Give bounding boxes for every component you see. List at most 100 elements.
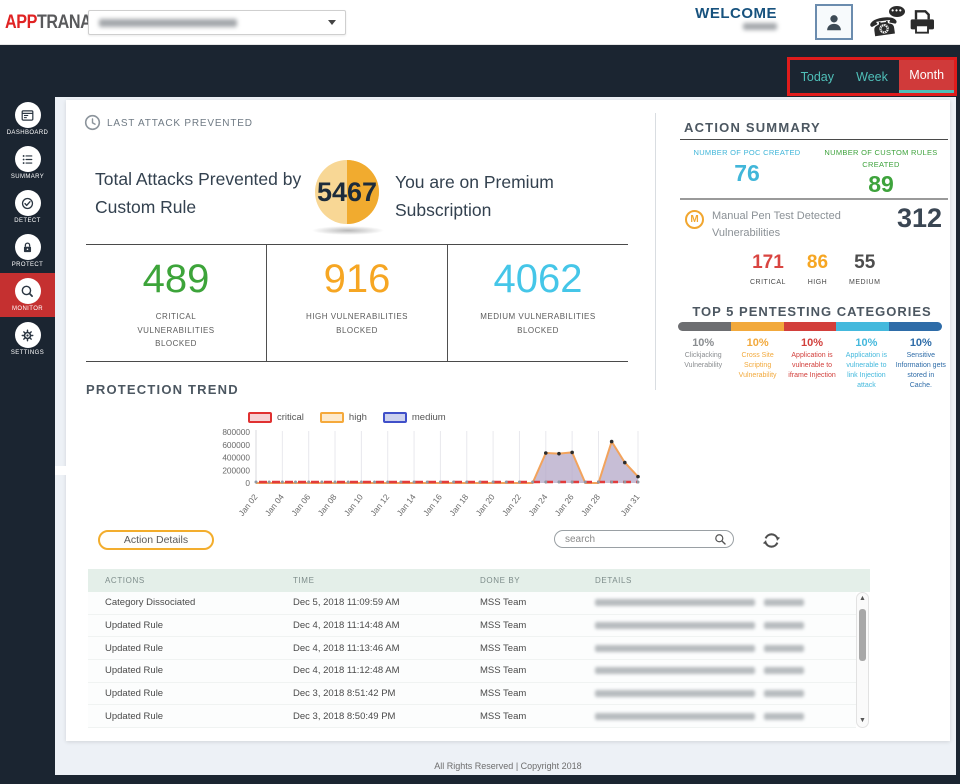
cell-action: Updated Rule [88,665,280,676]
sidebar-item-label: PROTECT [12,262,43,268]
collapsed-panel-notch [52,466,79,475]
stat-label: CRITICAL VULNERABILITIES BLOCKED [116,310,236,351]
apptrana-dashboard: APPTRANA WELCOME ☎ ••• [0,0,960,784]
svg-text:Jan 08: Jan 08 [315,492,338,518]
sidebar-item-protect[interactable]: PROTECT [0,229,55,273]
severity-value: 171 [752,252,784,274]
top5-categories: 10% Clickjacking Vulnerability 10% Cross… [678,337,946,392]
stat-value: 4062 [494,257,583,302]
cell-done-by: MSS Team [468,665,580,676]
scrollbar-thumb[interactable] [859,609,866,661]
summary-cell-value: 89 [868,171,894,198]
sidebar-item-label: DETECT [14,218,40,224]
cell-action: Updated Rule [88,643,280,654]
svg-text:Jan 12: Jan 12 [368,492,391,518]
scroll-down-arrow[interactable]: ▼ [857,717,868,725]
donut-shadow [312,226,384,235]
category-text: Application is vulnerable to link Inject… [841,351,891,392]
svg-text:Jan 16: Jan 16 [421,492,444,518]
logo-part-app: APP [5,12,37,33]
legend-item: critical [248,412,304,423]
stat-card: 4062 MEDIUM VULNERABILITIES BLOCKED [448,245,628,361]
welcome-label: WELCOME [695,5,777,22]
stat-label: MEDIUM VULNERABILITIES BLOCKED [478,310,598,337]
sidebar-item-label: MONITOR [12,306,43,312]
sidebar-item-settings[interactable]: SETTINGS [0,317,55,361]
severity-item: 86 HIGH [807,252,828,286]
sidebar-item-label: SUMMARY [11,174,44,180]
cell-time: Dec 3, 2018 8:50:49 PM [280,711,468,722]
pentest-category: 10% Application is vulnerable to link In… [841,337,891,392]
chat-bubble-icon: ••• [889,6,905,17]
svg-text:Jan 14: Jan 14 [394,492,417,518]
sidebar-item-detect[interactable]: DETECT [0,185,55,229]
table-row: Updated Rule Dec 4, 2018 11:14:48 AM MSS… [88,615,856,638]
scroll-up-arrow[interactable]: ▲ [857,595,868,603]
sidebar-item-label: SETTINGS [11,350,44,356]
column-time: TIME [280,569,468,592]
cell-details-redacted [580,643,856,654]
user-profile-button[interactable] [815,4,853,40]
cell-time: Dec 3, 2018 8:51:42 PM [280,688,468,699]
cell-time: Dec 4, 2018 11:14:48 AM [280,620,468,631]
cell-action: Category Dissociated [88,597,280,608]
top5-title: TOP 5 PENTESTING CATEGORIES [678,304,946,319]
fax-button[interactable] [905,6,939,38]
severity-item: 55 MEDIUM [849,252,880,286]
manual-pentest-label: Manual Pen Test Detected Vulnerabilities [712,208,864,241]
period-tabs: Today Week Month [787,57,957,96]
legend-swatch [383,412,407,423]
sidebar-icon-circle [15,146,41,172]
chart-legend: critical high medium [248,412,446,423]
manual-pentest-value: 312 [890,203,942,234]
sidebar-item-summary[interactable]: SUMMARY [0,141,55,185]
cell-action: Updated Rule [88,620,280,631]
apptrana-logo: APPTRANA [5,12,91,34]
category-text: Clickjacking Vulnerability [678,351,728,371]
action-details-button[interactable]: Action Details [98,530,214,550]
summary-cell-value: 76 [734,160,760,187]
domain-value-redacted [99,19,237,27]
protection-trend-title: PROTECTION TREND [86,382,239,397]
severity-label: HIGH [808,279,828,286]
table-body: Category Dissociated Dec 5, 2018 11:09:5… [88,592,856,728]
svg-text:Jan 10: Jan 10 [342,492,365,518]
table-scrollbar[interactable]: ▲ ▼ [856,592,869,728]
legend-swatch [320,412,344,423]
severity-counts: 171 CRITICAL 86 HIGH 55 MEDIUM [750,252,880,286]
category-text: Sensitive Information gets stored in Cac… [896,351,946,392]
tab-month[interactable]: Month [899,60,954,93]
panel-divider [655,113,656,390]
top5-bar-segment [678,322,731,331]
tab-today[interactable]: Today [790,60,845,93]
svg-text:600000: 600000 [222,440,250,450]
cell-details-redacted [580,688,856,699]
user-icon [823,11,845,33]
svg-text:Jan 02: Jan 02 [236,492,259,518]
search-input[interactable] [565,532,710,546]
welcome-block: WELCOME [637,5,777,23]
cell-done-by: MSS Team [468,688,580,699]
cell-done-by: MSS Team [468,597,580,608]
svg-text:Jan 24: Jan 24 [526,492,549,518]
severity-value: 55 [854,252,875,274]
sidebar-icon-circle [15,322,41,348]
tab-week[interactable]: Week [845,60,900,93]
top5-bar-segment [889,322,942,331]
domain-selector[interactable] [88,10,346,35]
svg-text:Jan 06: Jan 06 [289,492,312,518]
column-actions: ACTIONS [88,569,280,592]
table-row: Updated Rule Dec 4, 2018 11:12:48 AM MSS… [88,660,856,683]
svg-text:400000: 400000 [222,453,250,463]
last-attack-label: LAST ATTACK PREVENTED [107,118,253,129]
svg-text:Jan 26: Jan 26 [552,492,575,518]
sidebar-item-monitor[interactable]: MONITOR [0,273,55,317]
category-percent: 10% [801,337,823,349]
sidebar-item-dashboard[interactable]: DASHBOARD [0,97,55,141]
search-icon[interactable] [714,533,727,546]
clock-icon [84,114,101,131]
svg-text:Jan 31: Jan 31 [618,492,641,518]
refresh-icon[interactable] [761,530,782,551]
phone-support-button[interactable]: ☎ ••• [869,5,905,41]
sidebar-icon-circle [15,234,41,260]
